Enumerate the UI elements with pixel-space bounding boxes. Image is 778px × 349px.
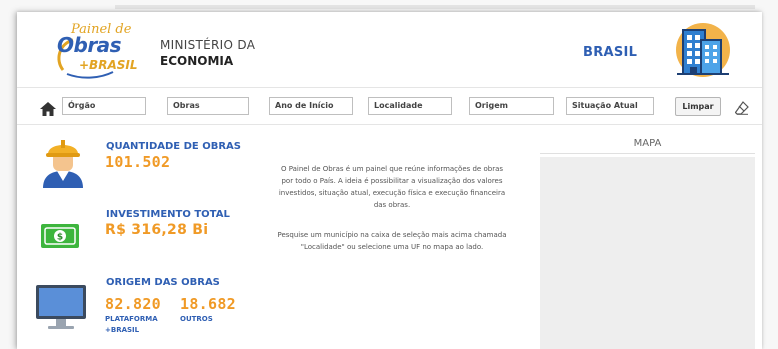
kpi-outros-label: OUTROS [180, 315, 213, 323]
description-paragraph-1: O Painel de Obras é um painel que reúne … [272, 163, 512, 211]
money-icon: $ [41, 224, 79, 252]
clear-button[interactable]: Limpar [675, 97, 721, 116]
kpi-quantidade-title: QUANTIDADE DE OBRAS [106, 141, 241, 152]
kpi-investimento-value: R$ 316,28 Bi [105, 222, 209, 238]
description-line: por todo o País. A ideia é possibilitar … [281, 177, 503, 185]
kpi-plataforma-label: PLATAFORMA +BRASIL [105, 314, 158, 336]
building-icon [673, 22, 733, 84]
filter-origem[interactable]: Origem [469, 97, 554, 115]
filter-ano-de-inicio[interactable]: Ano de Início [269, 97, 353, 115]
kpi-plataforma-label-line-2: +BRASIL [105, 326, 140, 334]
top-strip [115, 5, 755, 9]
header: Painel de Obras +BRASIL MINISTÉRIO DA EC… [17, 12, 762, 88]
logo-text-obras: Obras [57, 33, 122, 57]
painel-obras-logo[interactable]: Painel de Obras +BRASIL [53, 22, 137, 82]
ministry-line-2: ECONOMIA [160, 54, 234, 68]
description-line: O Painel de Obras é um painel que reúne … [280, 165, 504, 173]
description-line: Pesquise um município na caixa de seleçã… [277, 231, 507, 239]
logo-text-brasil: +BRASIL [79, 58, 138, 72]
description-line: investidos, situação atual, execução fís… [278, 189, 506, 197]
eraser-icon[interactable] [734, 100, 749, 119]
map-panel[interactable] [540, 157, 755, 349]
kpi-origem-title: ORIGEM DAS OBRAS [106, 277, 220, 288]
filter-orgao[interactable]: Órgão [62, 97, 146, 115]
kpi-investimento-title: INVESTIMENTO TOTAL [106, 209, 230, 220]
ministry-title: MINISTÉRIO DA ECONOMIA [160, 38, 255, 68]
kpi-plataforma-label-line-1: PLATAFORMA [105, 315, 158, 323]
dashboard-page: Painel de Obras +BRASIL MINISTÉRIO DA EC… [17, 12, 762, 349]
kpi-outros-value: 18.682 [180, 295, 236, 313]
kpi-quantidade-value: 101.502 [105, 153, 171, 171]
home-icon[interactable] [40, 101, 56, 120]
ministry-line-1: MINISTÉRIO DA [160, 38, 256, 52]
region-label: BRASIL [583, 45, 638, 60]
map-title: MAPA [540, 138, 755, 154]
filter-localidade[interactable]: Localidade [368, 97, 452, 115]
worker-icon [41, 136, 85, 192]
filter-situacao-atual[interactable]: Situação Atual [566, 97, 654, 115]
filter-bar: Órgão Obras Ano de Início Localidade Ori… [17, 89, 762, 125]
svg-text:$: $ [57, 233, 63, 243]
app-frame: Painel de Obras +BRASIL MINISTÉRIO DA EC… [0, 0, 778, 349]
description-paragraph-2: Pesquise um município na caixa de seleçã… [272, 229, 512, 253]
monitor-icon [35, 284, 87, 338]
kpi-plataforma-value: 82.820 [105, 295, 161, 313]
description-line: das obras. [373, 201, 411, 209]
filter-obras[interactable]: Obras [167, 97, 249, 115]
description-line: "Localidade" ou selecione uma UF no mapa… [300, 243, 484, 251]
